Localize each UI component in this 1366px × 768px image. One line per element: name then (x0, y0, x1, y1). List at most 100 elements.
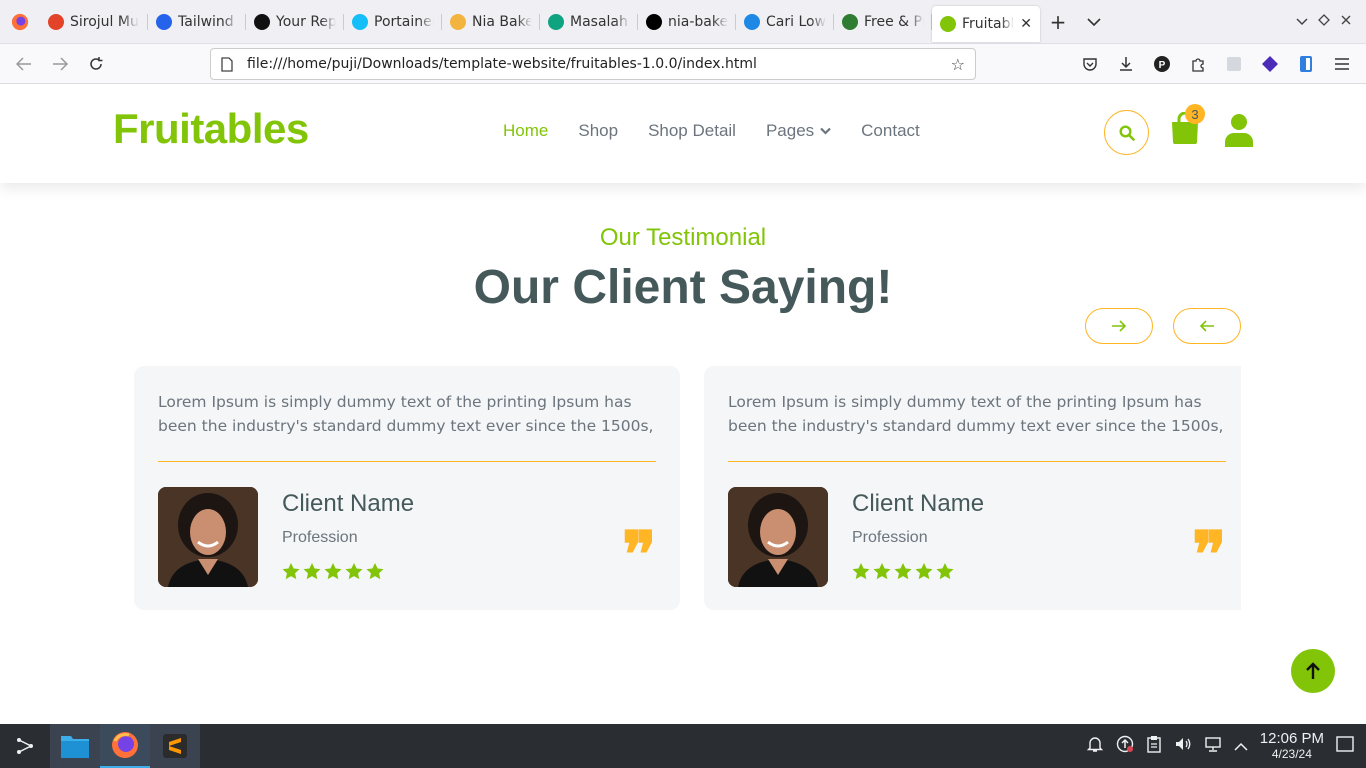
leaf-icon (842, 13, 858, 30)
extension-grey-button[interactable] (1220, 48, 1248, 80)
close-icon (1341, 15, 1351, 24)
close-tab-icon[interactable]: ✕ (1020, 16, 1032, 32)
browser-navigation-bar: file:///home/puji/Downloads/template-web… (0, 44, 1366, 84)
url-text[interactable]: file:///home/puji/Downloads/template-web… (247, 56, 757, 72)
client-profession: Profession (852, 529, 928, 546)
page-icon (940, 15, 956, 32)
star-icon (303, 563, 321, 580)
taskbar-file-manager[interactable] (50, 724, 100, 768)
client-portrait-image (728, 487, 828, 587)
browser-tab[interactable]: Nia Bakery (442, 0, 540, 44)
arrow-left-icon (1199, 320, 1214, 332)
extension-purple-button[interactable] (1256, 48, 1284, 80)
taskbar-firefox[interactable] (100, 724, 150, 768)
desktop-icon (1336, 736, 1354, 752)
extension-p-button[interactable]: P (1148, 48, 1176, 80)
star-icon (366, 563, 384, 580)
list-all-tabs-button[interactable] (1076, 12, 1112, 31)
clock-time: 12:06 PM (1259, 730, 1324, 748)
client-name: Client Name (282, 490, 415, 517)
carousel-next-button[interactable] (1085, 308, 1153, 344)
back-to-top-button[interactable] (1291, 649, 1335, 693)
update-icon (1116, 735, 1133, 753)
browser-tab-label: Your Repo (276, 13, 336, 30)
star-rating (852, 563, 954, 580)
arrow-left-icon (16, 57, 31, 71)
updates-tray-button[interactable] (1116, 735, 1134, 757)
menu-item-contact[interactable]: Contact (861, 121, 920, 141)
browser-tab[interactable]: Your Repo (246, 0, 344, 44)
svg-text:P: P (1159, 60, 1166, 71)
carousel-prev-button[interactable] (1173, 308, 1241, 344)
extension-blue-button[interactable] (1292, 48, 1320, 80)
browser-tab-label: nia-bakery (668, 13, 728, 30)
window-maximize-button[interactable] (1318, 13, 1330, 30)
browser-tab[interactable]: nia-bakery (638, 0, 736, 44)
downloads-button[interactable] (1112, 48, 1140, 80)
client-portrait-image (158, 487, 258, 587)
quote-right-icon: ❞ (622, 518, 657, 593)
browser-tab[interactable]: Tailwind CS (148, 0, 246, 44)
phone-extension-icon (1300, 56, 1312, 72)
clock-date: 4/23/24 (1271, 746, 1312, 761)
main-menu: Home Shop Shop Detail Pages Contact (503, 121, 920, 141)
window-close-button[interactable] (1340, 14, 1352, 30)
extensions-button[interactable] (1184, 48, 1212, 80)
pocket-button[interactable] (1076, 48, 1104, 80)
back-button[interactable] (6, 46, 42, 82)
clock[interactable]: 12:06 PM 4/23/24 (1260, 731, 1324, 761)
volume-tray-button[interactable] (1174, 735, 1192, 757)
browser-tab-label: Sirojul Mu (70, 13, 139, 30)
browser-tab-label: Fruitables - V (962, 15, 1015, 32)
browser-tab[interactable]: Masalah C (540, 0, 638, 44)
gitlab-icon (48, 13, 64, 30)
clipboard-icon (1147, 736, 1161, 753)
menu-item-shop-detail[interactable]: Shop Detail (648, 121, 736, 141)
firefox-icon (112, 732, 138, 758)
maximize-icon (1318, 13, 1330, 26)
browser-tab[interactable]: Free & Pre (834, 0, 932, 44)
arrow-right-icon (1112, 320, 1127, 332)
browser-tab[interactable]: Portainer | (344, 0, 442, 44)
network-tray-button[interactable] (1204, 735, 1222, 757)
application-launcher-button[interactable] (0, 724, 50, 768)
reload-button[interactable] (78, 46, 114, 82)
address-bar[interactable]: file:///home/puji/Downloads/template-web… (210, 48, 976, 80)
window-minimize-button[interactable] (1296, 14, 1308, 30)
star-icon (936, 563, 954, 580)
grid-extension-icon (1227, 57, 1241, 71)
tray-expand-button[interactable] (1234, 737, 1248, 756)
sublime-text-icon (163, 734, 187, 758)
browser-tab-label: Masalah C (570, 13, 630, 30)
menu-item-pages[interactable]: Pages (766, 121, 831, 141)
account-button[interactable] (1224, 113, 1254, 151)
testimonial-text: Lorem Ipsum is simply dummy text of the … (158, 393, 654, 435)
cart-count-badge: 3 (1185, 104, 1205, 124)
site-logo[interactable]: Fruitables (113, 105, 309, 153)
browser-tab[interactable]: Cari Lowon (736, 0, 834, 44)
bookmark-star-icon[interactable]: ☆ (951, 55, 965, 74)
header-search-button[interactable] (1104, 110, 1149, 155)
show-desktop-button[interactable] (1336, 736, 1354, 756)
notifications-tray-button[interactable] (1086, 735, 1104, 757)
chatgpt-icon (548, 13, 564, 30)
vercel-icon (646, 13, 662, 30)
github-icon (254, 13, 270, 30)
browser-tab-label: Tailwind CS (178, 13, 238, 30)
cart-button[interactable]: 3 (1170, 104, 1205, 148)
divider (158, 461, 656, 462)
menu-item-shop[interactable]: Shop (578, 121, 618, 141)
firefox-view-button[interactable] (0, 0, 40, 44)
browser-tab[interactable]: Sirojul Mu (40, 0, 148, 44)
taskbar-sublime-text[interactable] (150, 724, 200, 768)
forward-button[interactable] (42, 46, 78, 82)
new-tab-button[interactable]: + (1040, 10, 1076, 34)
browser-tab[interactable]: Fruitables - V ✕ (932, 5, 1040, 42)
star-icon (852, 563, 870, 580)
app-menu-button[interactable] (1328, 48, 1356, 80)
star-rating (282, 563, 384, 580)
search-icon (1118, 124, 1135, 141)
menu-item-home[interactable]: Home (503, 121, 548, 141)
clipboard-tray-button[interactable] (1146, 735, 1162, 757)
client-photo (728, 487, 828, 587)
